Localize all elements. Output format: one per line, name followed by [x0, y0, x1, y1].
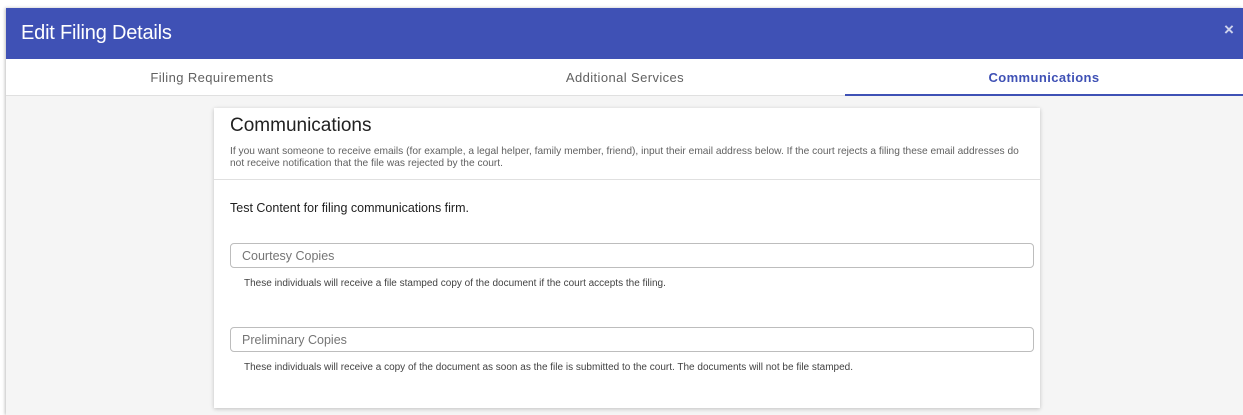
preliminary-copies-hint: These individuals will receive a copy of… [244, 362, 854, 373]
communications-card: Communications If you want someone to re… [214, 108, 1040, 408]
tab-communications[interactable]: Communications [845, 59, 1243, 96]
courtesy-copies-hint: These individuals will receive a file st… [244, 278, 666, 289]
tab-additional-services[interactable]: Additional Services [419, 59, 831, 95]
courtesy-copies-placeholder: Courtesy Copies [242, 249, 335, 263]
preliminary-copies-input[interactable]: Preliminary Copies [230, 327, 1034, 352]
courtesy-copies-input[interactable]: Courtesy Copies [230, 243, 1034, 268]
tab-bar: Filing Requirements Additional Services … [6, 59, 1243, 96]
dialog-header: Edit Filing Details × [6, 8, 1243, 59]
tab-filing-requirements[interactable]: Filing Requirements [6, 59, 418, 95]
close-icon[interactable]: × [1221, 20, 1237, 40]
preliminary-copies-placeholder: Preliminary Copies [242, 333, 347, 347]
intro-text: Test Content for filing communications f… [230, 201, 469, 215]
edit-filing-dialog: Edit Filing Details × Filing Requirement… [6, 8, 1243, 415]
card-header: Communications If you want someone to re… [214, 108, 1040, 180]
dialog-title: Edit Filing Details [21, 22, 172, 44]
card-title: Communications [230, 115, 372, 136]
card-description: If you want someone to receive emails (f… [230, 146, 1019, 169]
